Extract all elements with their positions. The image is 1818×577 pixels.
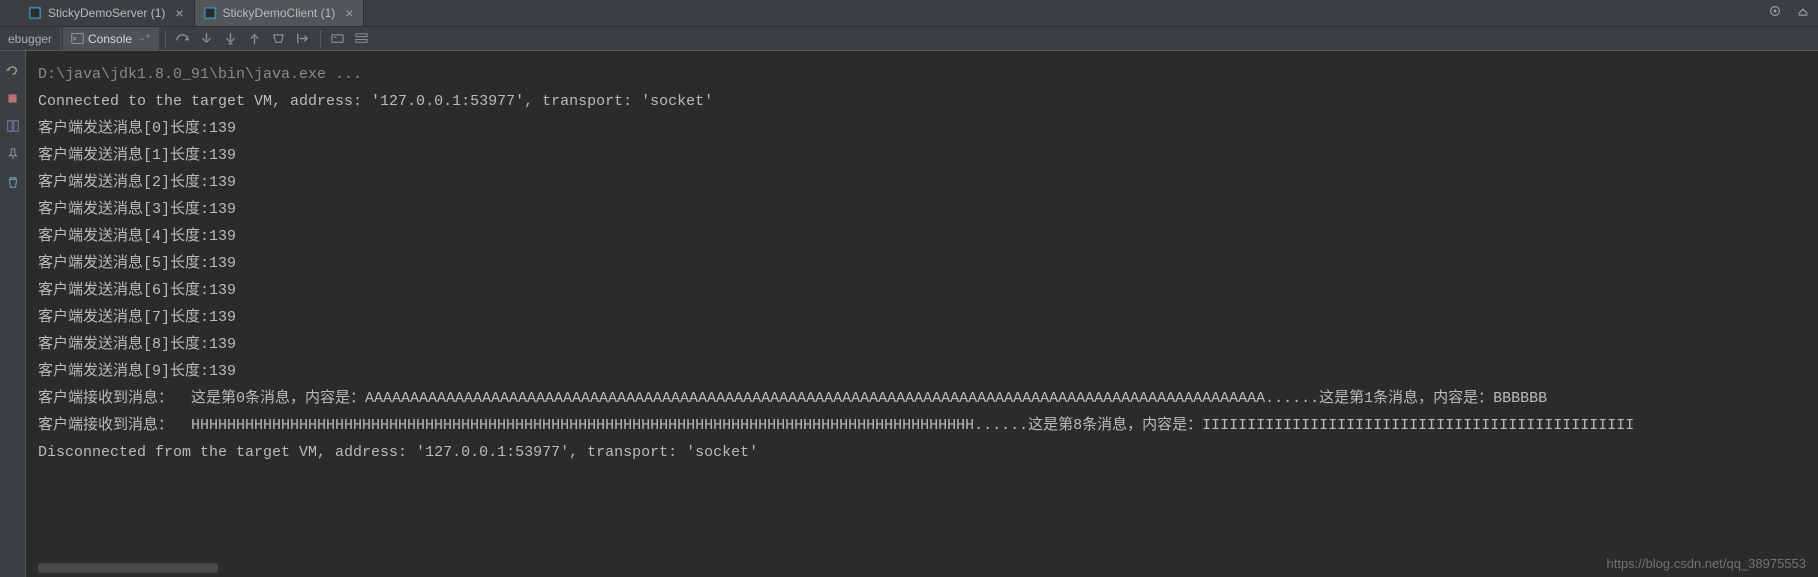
console-line: 客户端发送消息[5]长度:139: [38, 250, 1806, 277]
app-icon: [28, 6, 42, 20]
step-into-button[interactable]: [196, 28, 218, 50]
trace-button[interactable]: [351, 28, 373, 50]
console-line: Disconnected from the target VM, address…: [38, 439, 1806, 466]
tab-client[interactable]: StickyDemoClient (1) ×: [195, 0, 365, 26]
debugger-label: ebugger: [8, 32, 52, 46]
step-out-button[interactable]: [244, 28, 266, 50]
step-over-button[interactable]: [172, 28, 194, 50]
console-line: 客户端接收到消息： HHHHHHHHHHHHHHHHHHHHHHHHHHHHHH…: [38, 412, 1806, 439]
close-icon[interactable]: ×: [175, 6, 183, 20]
console-line: 客户端发送消息[8]长度:139: [38, 331, 1806, 358]
tab-label: StickyDemoClient (1): [223, 6, 336, 20]
drop-frame-button[interactable]: [268, 28, 290, 50]
console-line: 客户端发送消息[3]长度:139: [38, 196, 1806, 223]
window-controls: [1768, 4, 1810, 18]
watermark: https://blog.csdn.net/qq_38975553: [1607, 556, 1807, 571]
tab-server[interactable]: StickyDemoServer (1) ×: [20, 0, 195, 26]
console-line: 客户端发送消息[6]长度:139: [38, 277, 1806, 304]
gear-icon[interactable]: [1768, 4, 1782, 18]
pin-button[interactable]: [4, 145, 22, 163]
console-line: 客户端发送消息[9]长度:139: [38, 358, 1806, 385]
close-icon[interactable]: ×: [345, 6, 353, 20]
console-line: 客户端发送消息[7]长度:139: [38, 304, 1806, 331]
pin-icon: →*: [136, 33, 150, 44]
run-config-tabs: StickyDemoServer (1) × StickyDemoClient …: [0, 0, 1818, 27]
tab-label: StickyDemoServer (1): [48, 6, 165, 20]
stop-button[interactable]: [4, 89, 22, 107]
console-line: 客户端发送消息[0]长度:139: [38, 115, 1806, 142]
layout-button[interactable]: [4, 117, 22, 135]
force-step-into-button[interactable]: [220, 28, 242, 50]
rerun-button[interactable]: [4, 61, 22, 79]
evaluate-button[interactable]: [327, 28, 349, 50]
horizontal-scrollbar[interactable]: [38, 563, 218, 573]
separator: [165, 30, 166, 48]
console-line: 客户端发送消息[2]长度:139: [38, 169, 1806, 196]
debug-toolbar: ebugger Console →*: [0, 27, 1818, 51]
left-gutter: [0, 51, 26, 577]
console-label: Console: [88, 32, 132, 46]
console-tab[interactable]: Console →*: [63, 27, 159, 50]
minimize-icon[interactable]: [1796, 4, 1810, 18]
separator: [320, 30, 321, 48]
console-output[interactable]: D:\java\jdk1.8.0_91\bin\java.exe ...Conn…: [26, 51, 1818, 577]
trash-button[interactable]: [4, 173, 22, 191]
console-line: 客户端发送消息[4]长度:139: [38, 223, 1806, 250]
run-to-cursor-button[interactable]: [292, 28, 314, 50]
app-icon: [203, 6, 217, 20]
debugger-tab[interactable]: ebugger: [0, 27, 61, 50]
console-line: 客户端接收到消息： 这是第0条消息，内容是：AAAAAAAAAAAAAAAAAA…: [38, 385, 1806, 412]
command-line: D:\java\jdk1.8.0_91\bin\java.exe ...: [38, 61, 1806, 88]
console-line: Connected to the target VM, address: '12…: [38, 88, 1806, 115]
terminal-icon: [71, 32, 84, 45]
console-line: 客户端发送消息[1]长度:139: [38, 142, 1806, 169]
